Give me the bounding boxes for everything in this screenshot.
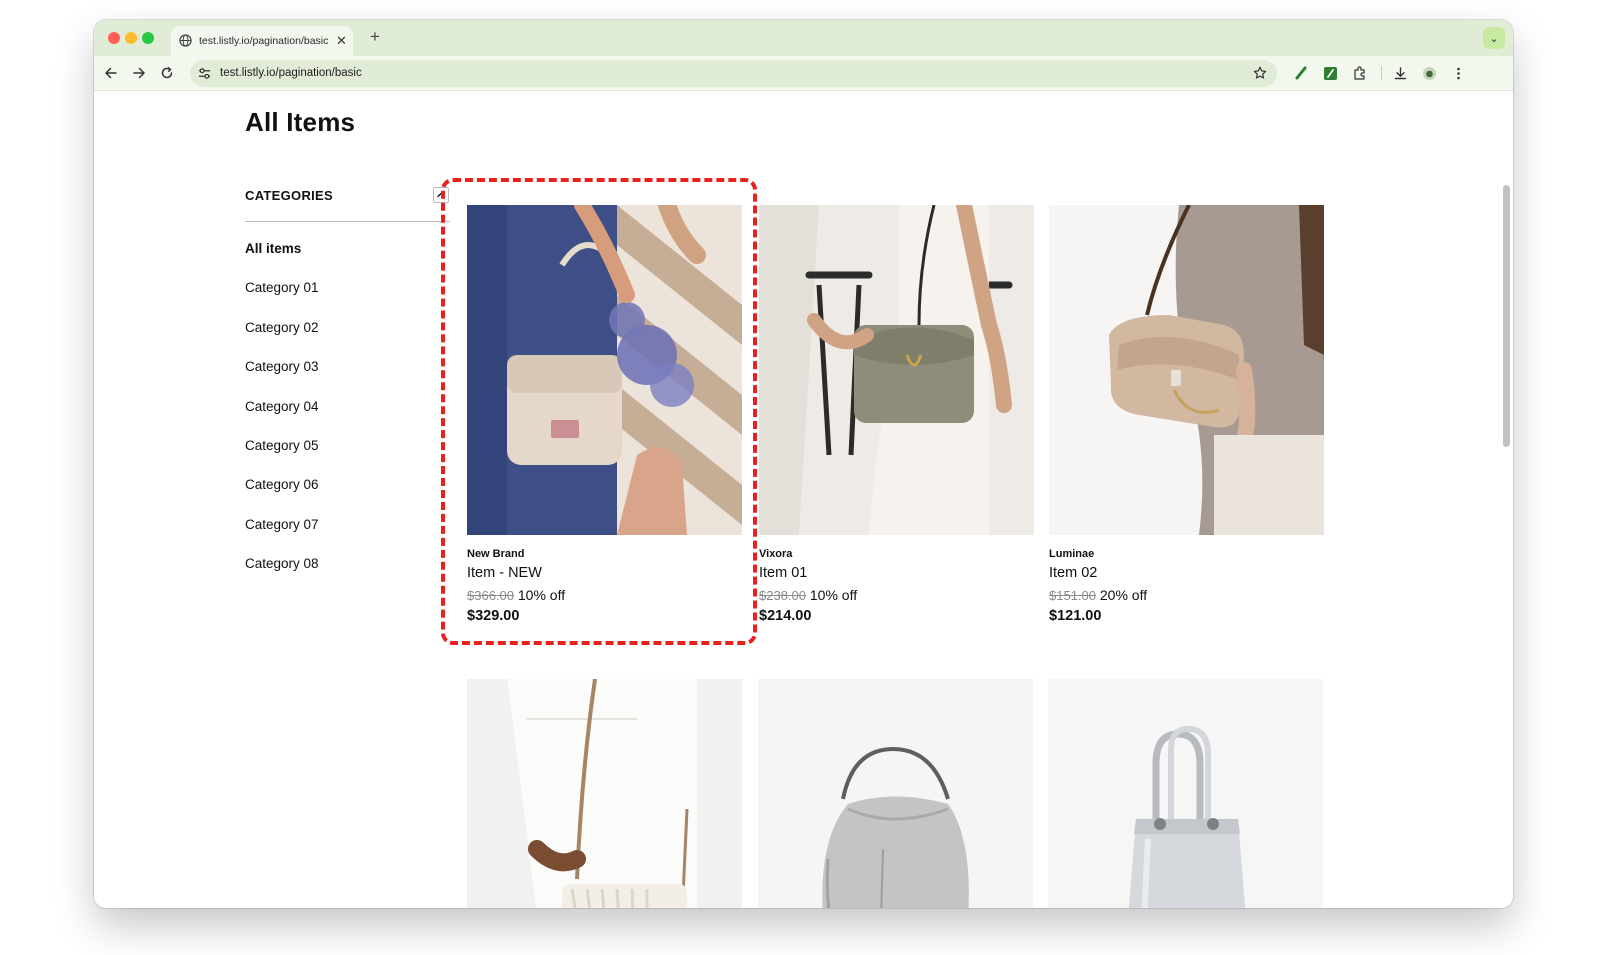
toolbar-separator (1381, 66, 1382, 80)
browser-toolbar: test.listly.io/pagination/basic (94, 56, 1513, 91)
chevron-up-icon (437, 192, 445, 198)
extension-listly-icon[interactable] (1322, 65, 1338, 81)
product-image[interactable] (467, 205, 742, 535)
categories-heading: CATEGORIES (245, 188, 333, 203)
product-brand: Vixora (759, 548, 793, 560)
site-settings-icon[interactable] (198, 67, 211, 80)
tab-title: test.listly.io/pagination/basic (199, 35, 329, 47)
product-card[interactable]: Luminae Item 02 $151.00 20% off $121.00 (1049, 205, 1324, 624)
product-name[interactable]: Item - NEW (467, 565, 742, 581)
more-menu-icon[interactable] (1450, 65, 1466, 81)
categories-divider (245, 221, 450, 222)
product-brand: Luminae (1049, 548, 1095, 560)
category-item-02[interactable]: Category 02 (245, 320, 319, 359)
tab-search-button[interactable]: ⌄ (1483, 27, 1505, 49)
chevron-down-icon: ⌄ (1489, 32, 1499, 45)
product-original-price: $366.00 (467, 588, 514, 603)
category-item-04[interactable]: Category 04 (245, 399, 319, 438)
product-brand: New Brand (467, 548, 525, 560)
address-bar[interactable]: test.listly.io/pagination/basic (190, 60, 1277, 87)
product-price-row: $238.00 10% off (759, 587, 1034, 603)
product-name[interactable]: Item 01 (759, 565, 1034, 581)
profile-avatar-icon[interactable] (1421, 65, 1437, 81)
downloads-icon[interactable] (1392, 65, 1408, 81)
product-discount: 20% off (1099, 587, 1148, 603)
forward-button[interactable] (130, 64, 148, 82)
product-price: $121.00 (1049, 608, 1102, 624)
category-item-03[interactable]: Category 03 (245, 359, 319, 398)
page-content: All Items CATEGORIES All items Category … (94, 91, 1513, 908)
reload-icon (161, 67, 173, 79)
product-original-price: $151.00 (1049, 588, 1096, 603)
product-discount: 10% off (809, 587, 858, 603)
browser-tab[interactable]: test.listly.io/pagination/basic ✕ (171, 26, 353, 56)
scrollbar-track[interactable] (1500, 91, 1513, 908)
address-text: test.listly.io/pagination/basic (220, 67, 362, 79)
product-image[interactable] (758, 679, 1033, 908)
product-image[interactable] (759, 205, 1034, 535)
close-window-button[interactable] (108, 32, 120, 44)
product-original-price: $238.00 (759, 588, 806, 603)
category-item-01[interactable]: Category 01 (245, 280, 319, 319)
extensions-puzzle-icon[interactable] (1351, 65, 1367, 81)
minimize-window-button[interactable] (125, 32, 137, 44)
product-image[interactable] (467, 679, 742, 908)
product-image[interactable] (1049, 205, 1324, 535)
categories-collapse-button[interactable] (433, 187, 449, 203)
product-price-row: $151.00 20% off (1049, 587, 1324, 603)
globe-icon (179, 34, 192, 47)
category-item-05[interactable]: Category 05 (245, 438, 319, 477)
product-image[interactable] (1048, 679, 1323, 908)
product-price: $329.00 (467, 608, 520, 624)
zoom-window-button[interactable] (142, 32, 154, 44)
product-price: $214.00 (759, 608, 812, 624)
extension-pen-icon[interactable] (1293, 65, 1309, 81)
category-list: All items Category 01 Category 02 Catego… (245, 241, 319, 596)
product-card[interactable]: New Brand Item - NEW $366.00 10% off $32… (467, 205, 742, 624)
product-price-row: $366.00 10% off (467, 587, 742, 603)
product-name[interactable]: Item 02 (1049, 565, 1324, 581)
tab-strip: test.listly.io/pagination/basic ✕ + ⌄ (94, 20, 1513, 56)
reload-button[interactable] (158, 64, 176, 82)
scrollbar-thumb[interactable] (1503, 185, 1510, 447)
category-item-07[interactable]: Category 07 (245, 517, 319, 556)
bookmark-star-icon[interactable] (1253, 66, 1267, 80)
arrow-left-icon (105, 67, 117, 79)
new-tab-button[interactable]: + (370, 28, 380, 46)
category-item-all[interactable]: All items (245, 241, 319, 280)
arrow-right-icon (133, 67, 145, 79)
category-item-08[interactable]: Category 08 (245, 556, 319, 595)
product-card[interactable]: Vixora Item 01 $238.00 10% off $214.00 (759, 205, 1034, 624)
browser-window: test.listly.io/pagination/basic ✕ + ⌄ te… (94, 20, 1513, 908)
category-item-06[interactable]: Category 06 (245, 477, 319, 516)
back-button[interactable] (102, 64, 120, 82)
page-title: All Items (245, 107, 356, 137)
tab-close-icon[interactable]: ✕ (336, 33, 347, 49)
product-discount: 10% off (517, 587, 566, 603)
